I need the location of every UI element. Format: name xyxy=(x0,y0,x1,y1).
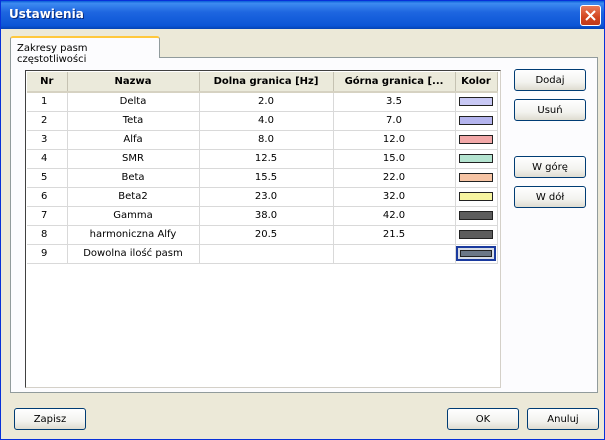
color-swatch-selected[interactable] xyxy=(456,246,496,261)
remove-button[interactable]: Usuń xyxy=(514,99,586,121)
close-button[interactable] xyxy=(580,5,601,26)
tab-frequency-bands[interactable]: Zakresy pasm częstotliwości xyxy=(10,36,160,65)
cell-dolna[interactable]: 20.5 xyxy=(199,225,334,245)
cell-gorna[interactable]: 15.0 xyxy=(333,149,456,169)
cell-dolna[interactable]: 15.5 xyxy=(199,168,334,188)
cell-gorna[interactable]: 7.0 xyxy=(333,111,456,131)
cell-kolor[interactable] xyxy=(455,168,498,188)
color-swatch[interactable] xyxy=(459,153,493,163)
cell-kolor[interactable] xyxy=(455,225,498,245)
table-row[interactable]: 7 Gamma 38.0 42.0 xyxy=(27,206,498,226)
table-row[interactable]: 9 Dowolna ilość pasm xyxy=(27,244,498,264)
header-gorna[interactable]: Górna granica [... xyxy=(333,72,456,93)
table-row[interactable]: 1 Delta 2.0 3.5 xyxy=(27,92,498,112)
cell-nr[interactable]: 6 xyxy=(27,187,68,207)
color-swatch[interactable] xyxy=(459,191,493,201)
color-swatch-inner xyxy=(460,250,492,257)
cancel-button[interactable]: Anuluj xyxy=(527,408,599,430)
save-button[interactable]: Zapisz xyxy=(14,408,86,430)
cell-dolna[interactable]: 23.0 xyxy=(199,187,334,207)
cell-nazwa[interactable]: Delta xyxy=(67,92,200,112)
header-nr[interactable]: Nr xyxy=(27,72,68,93)
cell-dolna[interactable]: 38.0 xyxy=(199,206,334,226)
cell-gorna[interactable]: 12.0 xyxy=(333,130,456,150)
cell-kolor[interactable] xyxy=(455,244,498,264)
cell-nr[interactable]: 2 xyxy=(27,111,68,131)
title-bar[interactable]: Ustawienia xyxy=(1,1,604,29)
cell-nr[interactable]: 5 xyxy=(27,168,68,188)
color-swatch[interactable] xyxy=(459,134,493,144)
table-row[interactable]: 4 SMR 12.5 15.0 xyxy=(27,149,498,169)
header-dolna[interactable]: Dolna granica [Hz] xyxy=(199,72,334,93)
cell-nazwa[interactable]: Teta xyxy=(67,111,200,131)
cell-gorna[interactable]: 21.5 xyxy=(333,225,456,245)
cell-nazwa[interactable]: Alfa xyxy=(67,130,200,150)
header-nazwa[interactable]: Nazwa xyxy=(67,72,200,93)
cell-nr[interactable]: 4 xyxy=(27,149,68,169)
header-kolor[interactable]: Kolor xyxy=(455,72,498,93)
cell-gorna[interactable] xyxy=(333,244,456,264)
table-row[interactable]: 3 Alfa 8.0 12.0 xyxy=(27,130,498,150)
window-title: Ustawienia xyxy=(9,7,84,21)
move-down-button[interactable]: W dół xyxy=(514,186,586,208)
ok-button[interactable]: OK xyxy=(447,408,519,430)
cell-nazwa[interactable]: Gamma xyxy=(67,206,200,226)
color-swatch[interactable] xyxy=(459,96,493,106)
table-row[interactable]: 6 Beta2 23.0 32.0 xyxy=(27,187,498,207)
bands-table-container: Nr Nazwa Dolna granica [Hz] Górna granic… xyxy=(25,70,501,388)
cell-kolor[interactable] xyxy=(455,130,498,150)
cell-nazwa[interactable]: Beta xyxy=(67,168,200,188)
cell-nr[interactable]: 7 xyxy=(27,206,68,226)
color-swatch[interactable] xyxy=(459,172,493,182)
color-swatch[interactable] xyxy=(459,210,493,220)
cell-kolor[interactable] xyxy=(455,92,498,112)
cell-kolor[interactable] xyxy=(455,111,498,131)
cell-dolna[interactable]: 2.0 xyxy=(199,92,334,112)
cell-dolna[interactable] xyxy=(199,244,334,264)
cell-kolor[interactable] xyxy=(455,149,498,169)
cell-gorna[interactable]: 22.0 xyxy=(333,168,456,188)
color-swatch[interactable] xyxy=(459,115,493,125)
settings-dialog: Ustawienia Zakresy pasm częstotliwości N… xyxy=(0,0,605,440)
cell-dolna[interactable]: 8.0 xyxy=(199,130,334,150)
table-row[interactable]: 8 harmoniczna Alfy 20.5 21.5 xyxy=(27,225,498,245)
table-header-row: Nr Nazwa Dolna granica [Hz] Górna granic… xyxy=(27,72,498,93)
table-row[interactable]: 2 Teta 4.0 7.0 xyxy=(27,111,498,131)
cell-nazwa[interactable]: harmoniczna Alfy xyxy=(67,225,200,245)
add-button[interactable]: Dodaj xyxy=(514,69,586,91)
tab-panel: Nr Nazwa Dolna granica [Hz] Górna granic… xyxy=(10,57,598,393)
table-row[interactable]: 5 Beta 15.5 22.0 xyxy=(27,168,498,188)
close-icon xyxy=(585,10,596,21)
cell-nazwa[interactable]: Beta2 xyxy=(67,187,200,207)
cell-gorna[interactable]: 3.5 xyxy=(333,92,456,112)
cell-nazwa[interactable]: Dowolna ilość pasm xyxy=(67,244,200,264)
cell-nr[interactable]: 1 xyxy=(27,92,68,112)
color-swatch[interactable] xyxy=(459,229,493,239)
cell-nazwa[interactable]: SMR xyxy=(67,149,200,169)
cell-kolor[interactable] xyxy=(455,187,498,207)
cell-nr[interactable]: 8 xyxy=(27,225,68,245)
cell-nr[interactable]: 3 xyxy=(27,130,68,150)
cell-nr[interactable]: 9 xyxy=(27,244,68,264)
cell-dolna[interactable]: 12.5 xyxy=(199,149,334,169)
cell-dolna[interactable]: 4.0 xyxy=(199,111,334,131)
table-body: 1 Delta 2.0 3.5 2 Teta 4.0 7.0 3 Alfa 8.… xyxy=(27,92,498,264)
move-up-button[interactable]: W górę xyxy=(514,156,586,178)
bands-table: Nr Nazwa Dolna granica [Hz] Górna granic… xyxy=(27,72,498,264)
cell-kolor[interactable] xyxy=(455,206,498,226)
cell-gorna[interactable]: 42.0 xyxy=(333,206,456,226)
cell-gorna[interactable]: 32.0 xyxy=(333,187,456,207)
